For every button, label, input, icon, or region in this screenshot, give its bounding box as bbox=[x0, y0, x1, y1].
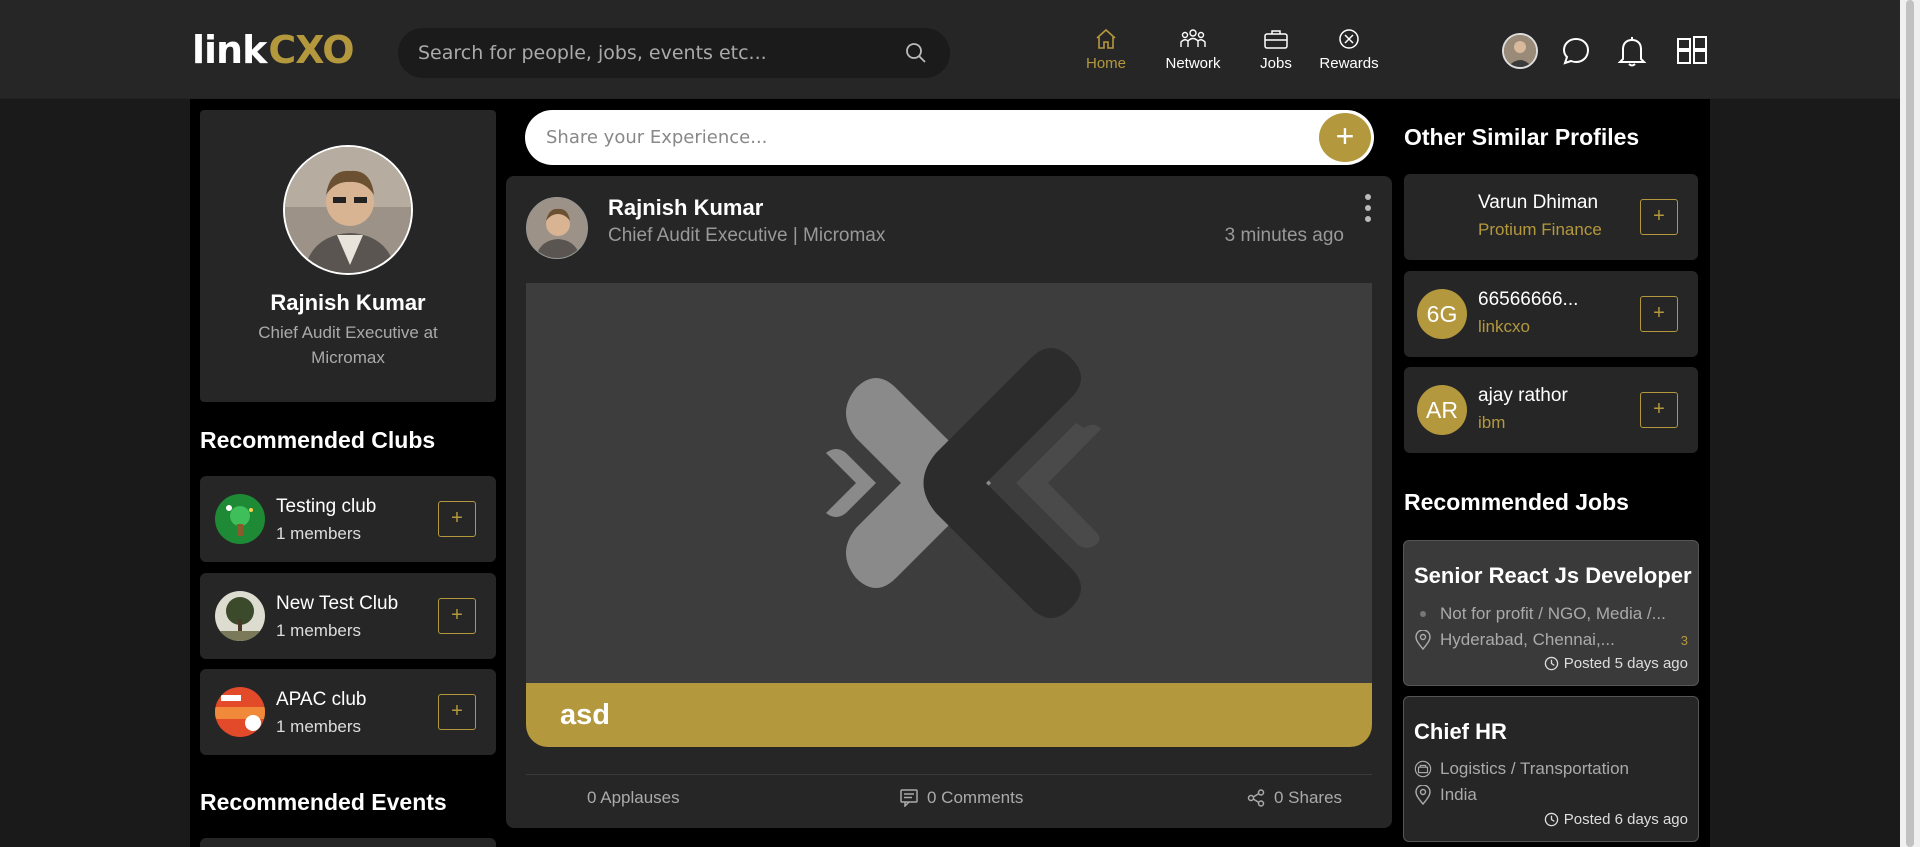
share-experience-bar: + bbox=[525, 110, 1374, 165]
search-input[interactable] bbox=[418, 28, 888, 78]
location-pin-icon bbox=[1414, 785, 1432, 805]
avatar[interactable]: AR bbox=[1417, 385, 1467, 435]
linkcxo-placeholder-logo bbox=[826, 348, 1101, 618]
profile-role: Chief Audit Executive at Micromax bbox=[258, 323, 438, 367]
bullet-icon bbox=[1414, 611, 1432, 617]
similar-profile-name[interactable]: Varun Dhiman bbox=[1478, 192, 1598, 214]
more-locations-count: 3 bbox=[1680, 633, 1688, 648]
club-name[interactable]: Testing club bbox=[276, 496, 376, 518]
club-members: 1 members bbox=[276, 621, 362, 640]
divider bbox=[526, 774, 1372, 775]
comments-button[interactable]: 0 Comments bbox=[900, 788, 1023, 808]
search-bar bbox=[398, 28, 950, 78]
post-image[interactable] bbox=[526, 283, 1372, 683]
club-card[interactable]: APAC club 1 members + bbox=[200, 669, 496, 755]
chat-icon[interactable] bbox=[1558, 33, 1594, 69]
similar-profile-company: linkcxo bbox=[1478, 317, 1530, 336]
post-author-name[interactable]: Rajnish Kumar bbox=[608, 195, 763, 221]
avatar[interactable]: 6G bbox=[1417, 289, 1467, 339]
job-title[interactable]: Senior React Js Developer bbox=[1414, 563, 1692, 589]
similar-profile-company: Protium Finance bbox=[1478, 220, 1602, 239]
bell-icon[interactable] bbox=[1614, 33, 1650, 69]
shares-count: 0 Shares bbox=[1274, 788, 1343, 807]
similar-profile-card[interactable]: 6G 66566666... linkcxo + bbox=[1404, 271, 1698, 357]
shares-button[interactable]: 0 Shares bbox=[1247, 788, 1342, 808]
network-icon bbox=[1178, 26, 1208, 52]
post-card: Rajnish Kumar Chief Audit Executive | Mi… bbox=[506, 176, 1392, 828]
page-scrollbar[interactable] bbox=[1900, 0, 1920, 847]
club-name[interactable]: New Test Club bbox=[276, 593, 398, 615]
nav-jobs[interactable]: Jobs bbox=[1256, 26, 1296, 76]
applause-button[interactable]: 0 Applauses bbox=[587, 788, 680, 808]
create-post-button[interactable]: + bbox=[1319, 113, 1371, 162]
nav-network[interactable]: Network bbox=[1160, 26, 1226, 76]
profile-name[interactable]: Rajnish Kumar bbox=[200, 290, 496, 316]
similar-profile-name[interactable]: ajay rathor bbox=[1478, 385, 1568, 407]
club-members: 1 members bbox=[276, 524, 362, 543]
briefcase-icon bbox=[1261, 26, 1291, 52]
search-icon[interactable] bbox=[904, 41, 928, 65]
profile-avatar[interactable] bbox=[283, 145, 413, 275]
comment-icon bbox=[900, 789, 918, 807]
comments-count: 0 Comments bbox=[927, 788, 1024, 807]
scrollbar-thumb[interactable] bbox=[1906, 0, 1914, 847]
job-industry: Not for profit / NGO, Media /... bbox=[1414, 604, 1666, 624]
applause-count: 0 Applauses bbox=[587, 788, 680, 807]
similar-profile-company: ibm bbox=[1478, 413, 1506, 432]
post-timestamp: 3 minutes ago bbox=[1224, 225, 1344, 246]
join-club-button[interactable]: + bbox=[438, 694, 476, 730]
nav-home[interactable]: Home bbox=[1081, 26, 1131, 76]
club-image bbox=[215, 494, 265, 544]
post-author-avatar[interactable] bbox=[526, 197, 588, 259]
location-pin-icon bbox=[1414, 630, 1432, 650]
recommended-clubs-title: Recommended Clubs bbox=[200, 427, 436, 453]
join-club-button[interactable]: + bbox=[438, 598, 476, 634]
club-card[interactable]: New Test Club 1 members + bbox=[200, 573, 496, 659]
recommended-events-title: Recommended Events bbox=[200, 789, 447, 815]
logo[interactable]: link CXO bbox=[192, 28, 355, 72]
similar-profile-name[interactable]: 66566666... bbox=[1478, 289, 1578, 311]
job-title[interactable]: Chief HR bbox=[1414, 719, 1507, 745]
home-icon bbox=[1091, 26, 1121, 52]
club-card[interactable]: Testing club 1 members + bbox=[200, 476, 496, 562]
recommended-jobs-title: Recommended Jobs bbox=[1404, 489, 1629, 515]
job-posted: Posted 5 days ago bbox=[1544, 655, 1688, 672]
club-name[interactable]: APAC club bbox=[276, 689, 366, 711]
job-industry: Logistics / Transportation bbox=[1414, 759, 1629, 779]
job-card[interactable]: Chief HR Logistics / Transportation Indi… bbox=[1403, 696, 1699, 842]
job-location: Hyderabad, Chennai,... bbox=[1414, 630, 1615, 650]
similar-profile-card[interactable]: AR ajay rathor ibm + bbox=[1404, 367, 1698, 453]
club-image bbox=[215, 591, 265, 641]
join-club-button[interactable]: + bbox=[438, 501, 476, 537]
apps-grid-icon[interactable] bbox=[1674, 33, 1710, 69]
industry-icon bbox=[1414, 759, 1432, 779]
clock-icon bbox=[1544, 812, 1558, 827]
connect-button[interactable]: + bbox=[1640, 199, 1678, 235]
club-members: 1 members bbox=[276, 717, 362, 736]
post-caption: asd bbox=[526, 683, 1372, 747]
rewards-icon bbox=[1334, 26, 1364, 52]
user-avatar[interactable] bbox=[1502, 33, 1538, 69]
job-card[interactable]: Senior React Js Developer Not for profit… bbox=[1403, 540, 1699, 686]
similar-profiles-title: Other Similar Profiles bbox=[1404, 124, 1640, 150]
post-author-role: Chief Audit Executive | Micromax bbox=[608, 225, 886, 246]
nav-rewards[interactable]: Rewards bbox=[1318, 26, 1380, 76]
top-bar: linkCXO Home Network Jobs Rewards bbox=[0, 0, 1900, 99]
event-card[interactable] bbox=[200, 838, 496, 847]
connect-button[interactable]: + bbox=[1640, 392, 1678, 428]
profile-card[interactable]: Rajnish Kumar Chief Audit Executive at M… bbox=[200, 110, 496, 402]
share-experience-input[interactable] bbox=[546, 110, 1286, 165]
share-icon bbox=[1247, 789, 1265, 807]
job-posted: Posted 6 days ago bbox=[1544, 811, 1688, 828]
more-options-icon[interactable] bbox=[1364, 194, 1372, 222]
clock-icon bbox=[1544, 656, 1558, 671]
club-image bbox=[215, 687, 265, 737]
connect-button[interactable]: + bbox=[1640, 296, 1678, 332]
similar-profile-card[interactable]: Varun Dhiman Protium Finance + bbox=[1404, 174, 1698, 260]
job-location: India bbox=[1414, 785, 1477, 805]
